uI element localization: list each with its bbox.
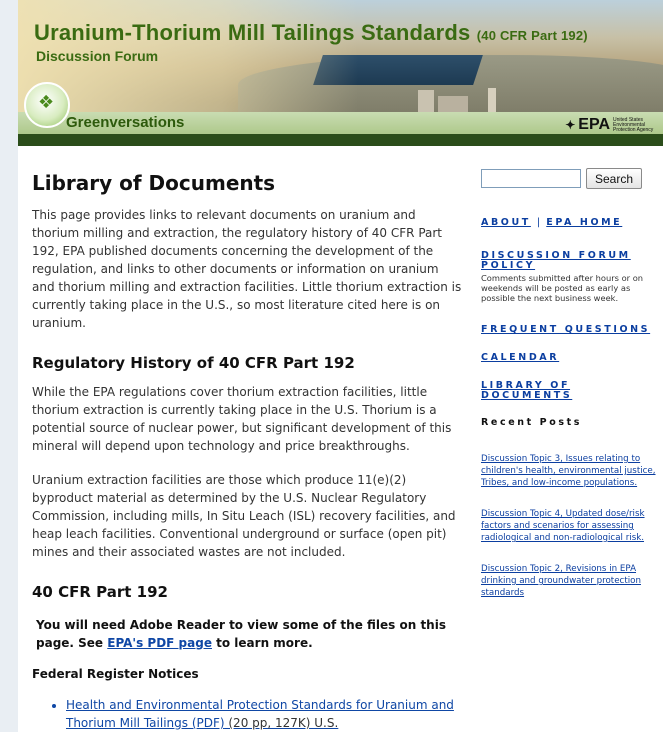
page-frame: Uranium-Thorium Mill Tailings Standards … xyxy=(18,0,663,732)
federal-register-list: Health and Environmental Protection Stan… xyxy=(32,696,462,732)
about-link[interactable]: About xyxy=(481,217,531,228)
policy-block: Discussion Forum Policy Comments submitt… xyxy=(481,251,663,304)
recent-post-link[interactable]: Discussion Topic 3, Issues relating to c… xyxy=(481,453,663,489)
adobe-note-text-end: to learn more. xyxy=(211,636,313,650)
list-item[interactable]: Health and Environmental Protection Stan… xyxy=(66,696,462,732)
site-title-main: Uranium-Thorium Mill Tailings Standards xyxy=(34,20,471,45)
frequent-questions-link[interactable]: Frequent Questions xyxy=(481,325,663,335)
banner-photo-building xyxy=(418,90,434,112)
search-button[interactable]: Search xyxy=(586,168,643,189)
regulatory-history-paragraph-1: While the EPA regulations cover thorium … xyxy=(32,385,452,453)
list-item-details: (20 pp, 127K) U.S. xyxy=(224,716,339,730)
search-form: Search xyxy=(481,168,663,189)
recent-post-link[interactable]: Discussion Topic 4, Updated dose/risk fa… xyxy=(481,508,663,544)
greenversations-logo[interactable]: ❖ xyxy=(24,82,70,128)
library-of-documents-link[interactable]: Library of Documents xyxy=(481,381,663,401)
epa-pdf-page-link[interactable]: EPA's PDF page xyxy=(107,636,212,650)
section-heading-40cfr: 40 CFR Part 192 xyxy=(32,583,168,601)
link-divider: | xyxy=(536,217,541,228)
greenversations-brand[interactable]: Greenversations xyxy=(66,114,184,131)
site-title-cfr: (40 CFR Part 192) xyxy=(476,28,588,43)
search-input[interactable] xyxy=(481,169,581,188)
calendar-link[interactable]: Calendar xyxy=(481,353,663,363)
epa-home-link[interactable]: EPA Home xyxy=(546,217,622,228)
section-heading-regulatory-history: Regulatory History of 40 CFR Part 192 xyxy=(32,354,355,372)
site-subtitle: Discussion Forum xyxy=(36,48,159,64)
header-banner: Uranium-Thorium Mill Tailings Standards … xyxy=(18,0,663,146)
top-links: About | EPA Home xyxy=(481,217,663,228)
epa-seal-icon: ✦ xyxy=(565,118,576,132)
policy-note: Comments submitted after hours or on wee… xyxy=(481,273,644,303)
epa-logo-subtext: United States Environmental Protection A… xyxy=(613,116,654,133)
banner-photo-building xyxy=(488,88,496,112)
main-content: Library of Documents This page provides … xyxy=(32,146,462,732)
lightbulb-icon: ❖ xyxy=(38,92,55,113)
site-title: Uranium-Thorium Mill Tailings Standards … xyxy=(34,20,588,46)
epa-logo[interactable]: ✦ EPA United States Environmental Protec… xyxy=(565,116,657,134)
banner-photo-building xyxy=(438,96,468,112)
intro-paragraph: This page provides links to relevant doc… xyxy=(32,208,462,330)
adobe-reader-note: You will need Adobe Reader to view some … xyxy=(32,616,462,652)
regulatory-history-paragraph-2: Uranium extraction facilities are those … xyxy=(32,473,456,559)
header-bottom-bar xyxy=(18,134,663,146)
sidebar: Search About | EPA Home Discussion Forum… xyxy=(481,168,663,599)
epa-logo-text: EPA xyxy=(578,116,610,133)
recent-posts-heading: Recent Posts xyxy=(481,417,582,428)
discussion-forum-policy-link[interactable]: Discussion Forum Policy xyxy=(481,251,663,271)
recent-post-link[interactable]: Discussion Topic 2, Revisions in EPA dri… xyxy=(481,563,663,599)
federal-register-heading: Federal Register Notices xyxy=(32,667,199,681)
page-title: Library of Documents xyxy=(32,171,276,195)
